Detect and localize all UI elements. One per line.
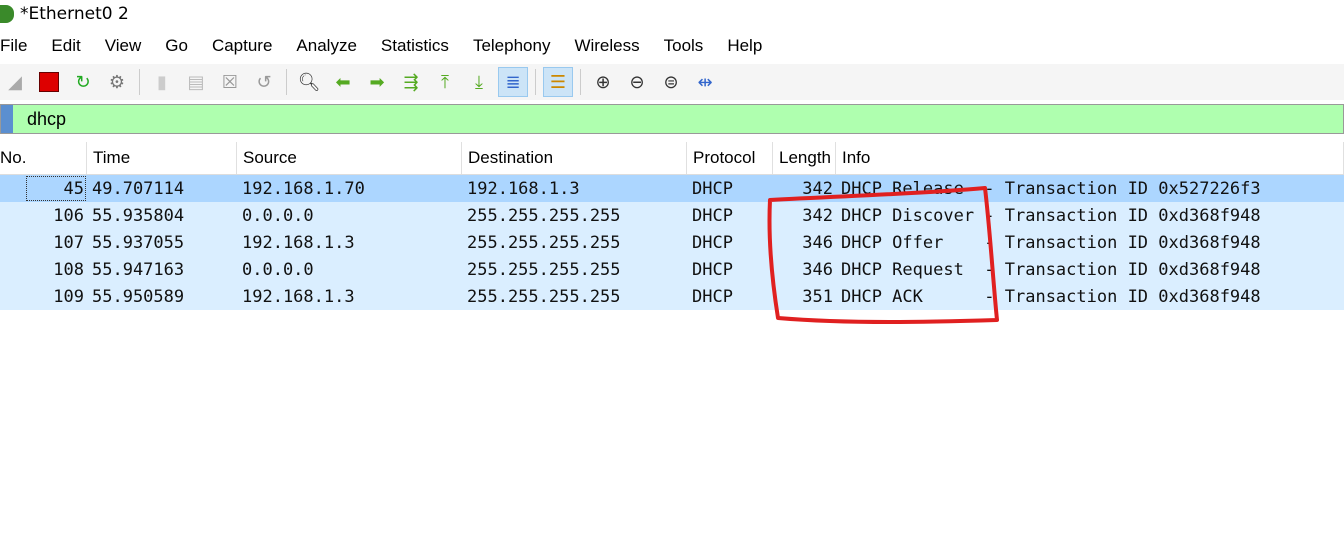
red-annotation-box — [767, 186, 999, 324]
